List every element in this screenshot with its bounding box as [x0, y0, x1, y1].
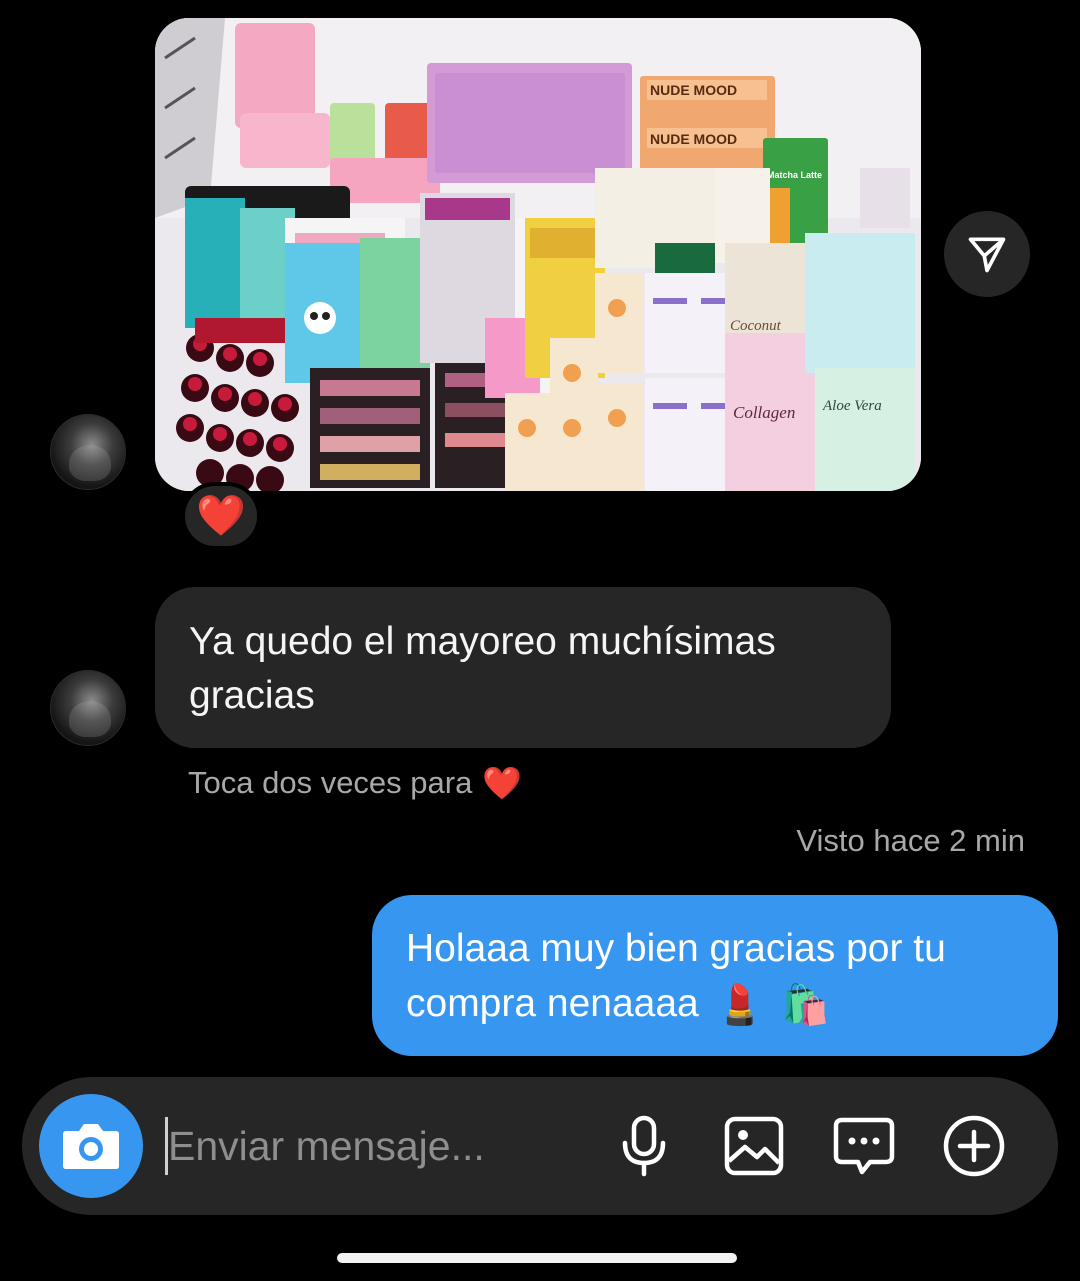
double-tap-hint: Toca dos veces para ❤️	[188, 761, 522, 805]
gallery-icon	[724, 1116, 784, 1176]
photo-label-1: NUDE MOOD	[650, 82, 737, 98]
home-indicator[interactable]	[337, 1253, 737, 1263]
dm-thread-screen: NUDE MOOD NUDE MOOD Matcha Latte Coconut…	[0, 0, 1080, 1281]
shopping-bags-emoji: 🛍️	[780, 984, 830, 1028]
photo-label-2: NUDE MOOD	[650, 131, 737, 147]
heart-reaction[interactable]: ❤️	[181, 482, 261, 550]
message-composer	[22, 1077, 1058, 1215]
camera-icon	[63, 1124, 119, 1169]
sender-avatar[interactable]	[50, 670, 126, 746]
heart-icon: ❤️	[482, 765, 523, 801]
lipstick-emoji: 💄	[715, 984, 765, 1028]
photo-label-5: Collagen	[733, 403, 795, 422]
sticker-button[interactable]	[828, 1110, 900, 1182]
share-button[interactable]	[944, 211, 1030, 297]
photo-label-3: Matcha Latte	[767, 170, 822, 180]
more-button[interactable]	[938, 1110, 1010, 1182]
cosmetics-photo: NUDE MOOD NUDE MOOD Matcha Latte Coconut…	[155, 18, 921, 491]
microphone-icon	[622, 1115, 666, 1177]
gallery-button[interactable]	[718, 1110, 790, 1182]
outgoing-message-bubble[interactable]: Holaaa muy bien gracias por tu compra ne…	[372, 895, 1058, 1056]
photo-label-6: Aloe Vera	[822, 398, 882, 414]
heart-icon: ❤️	[196, 494, 246, 538]
send-icon	[968, 237, 1006, 273]
incoming-message-bubble[interactable]: Ya quedo el mayoreo muchísimas gracias	[155, 587, 891, 748]
shared-photo-message[interactable]: NUDE MOOD NUDE MOOD Matcha Latte Coconut…	[155, 18, 921, 491]
photo-label-4: Coconut	[730, 318, 782, 334]
double-tap-hint-text: Toca dos veces para	[188, 765, 473, 800]
seen-status: Visto hace 2 min	[796, 823, 1025, 858]
outgoing-message-text: Holaaa muy bien gracias por tu compra ne…	[406, 927, 946, 1025]
microphone-button[interactable]	[608, 1110, 680, 1182]
message-input[interactable]	[168, 1117, 588, 1175]
sticker-icon	[833, 1117, 895, 1175]
plus-icon	[943, 1115, 1005, 1177]
sender-avatar[interactable]	[50, 414, 126, 490]
incoming-message-text: Ya quedo el mayoreo muchísimas gracias	[189, 620, 776, 717]
camera-button[interactable]	[39, 1094, 143, 1198]
